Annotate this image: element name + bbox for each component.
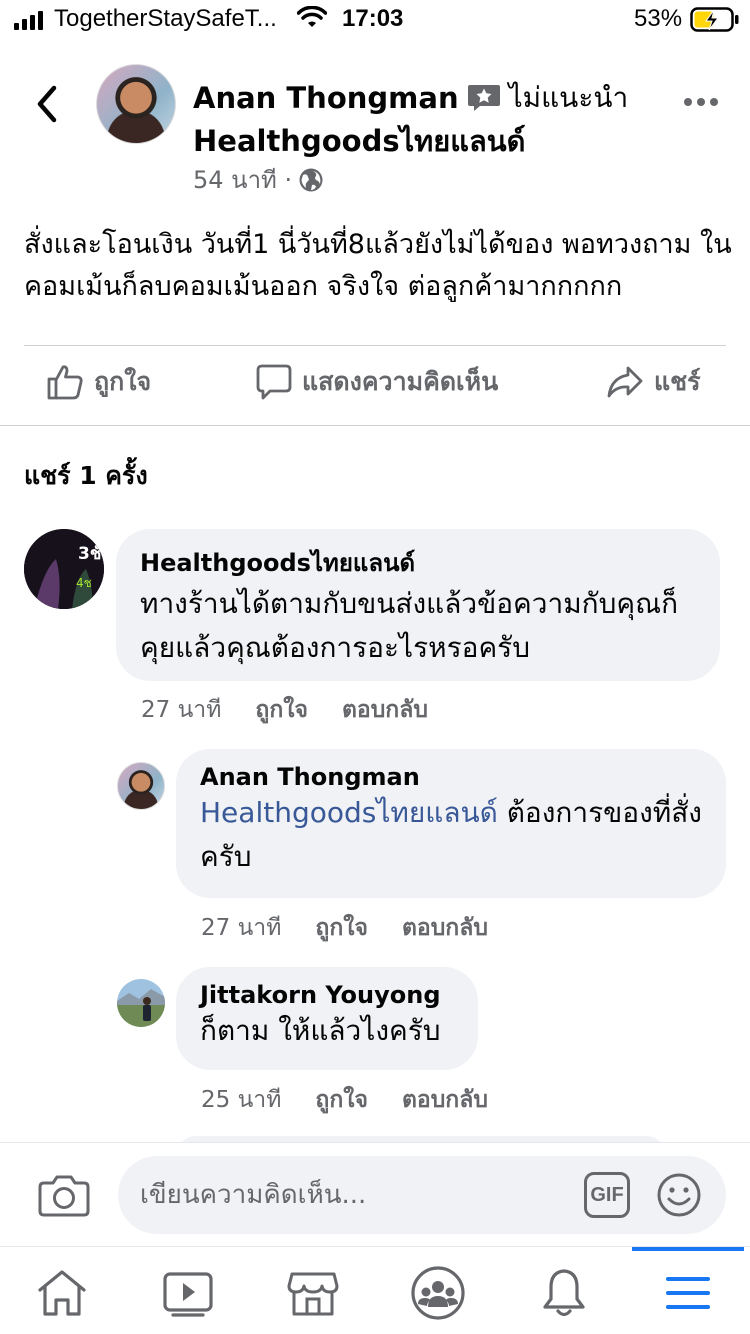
divider	[0, 425, 750, 426]
back-chevron-icon	[37, 85, 57, 123]
tab-notifications[interactable]	[534, 1265, 594, 1321]
tab-marketplace[interactable]	[283, 1265, 343, 1321]
reply-avatar[interactable]	[117, 979, 165, 1027]
globe-icon	[299, 168, 323, 191]
comment-bubble-icon	[256, 364, 292, 400]
tab-groups[interactable]	[408, 1265, 468, 1321]
comment-meta: 27 นาที ถูกใจ ตอบกลับ	[141, 692, 428, 728]
page-name[interactable]: Healthgoodsไทยแลนด์	[193, 118, 525, 164]
divider	[24, 345, 726, 346]
author-line: Anan Thongman ไม่แนะนำ	[193, 76, 628, 120]
comment-like-button[interactable]: ถูกใจ	[255, 692, 308, 728]
status-bar: TogetherStaySafeT... 17:03 53%	[0, 0, 750, 44]
share-arrow-icon	[607, 366, 643, 398]
more-options-button[interactable]	[684, 98, 718, 106]
comment-author[interactable]: Healthgoodsไทยแลนด์	[140, 543, 696, 582]
post-time[interactable]: 54 นาที ·	[193, 160, 292, 199]
carrier-name: TogetherStaySafeT...	[54, 5, 277, 32]
reply-bubble[interactable]: Anan Thongman Healthgoodsไทยแลนด์ ต้องกา…	[176, 749, 726, 898]
comment-text: ทางร้านได้ตามกับขนส่งแล้วข้อความกับคุณก็…	[140, 587, 679, 664]
comment-time: 27 นาที	[141, 697, 222, 723]
wifi-icon	[296, 5, 328, 34]
back-button[interactable]	[30, 84, 64, 128]
comment-composer: GIF	[0, 1142, 750, 1246]
watch-icon	[163, 1272, 213, 1317]
shares-count[interactable]: แชร์ 1 ครั้ง	[24, 456, 148, 496]
reply-text-block: Healthgoodsไทยแลนด์ ต้องการของที่สั่งครั…	[200, 791, 702, 879]
gif-button[interactable]: GIF	[584, 1172, 630, 1218]
star-badge-icon	[467, 83, 501, 113]
smiley-icon	[657, 1173, 701, 1217]
home-icon	[38, 1270, 86, 1316]
clock: 17:03	[342, 5, 404, 32]
avatar-logo-text-2: 4ช	[76, 576, 92, 590]
reply-author[interactable]: Jittakorn Youyong	[200, 981, 454, 1009]
reply-reply-button[interactable]: ตอบกลับ	[402, 910, 488, 946]
commenter-avatar[interactable]: 3ชั้น 4ช	[24, 529, 104, 609]
avatar-logo-text: 3ชั้น	[78, 540, 104, 564]
battery-percent: 53%	[634, 5, 683, 32]
post-actions: ถูกใจ แสดงความคิดเห็น แชร์	[0, 362, 750, 412]
post-text: สั่งและโอนเงิน วันที่1 นี่วันที่8แล้วยัง…	[24, 229, 732, 302]
reply-like-button[interactable]: ถูกใจ	[315, 1082, 368, 1118]
marketplace-icon	[287, 1272, 339, 1316]
author-avatar[interactable]	[96, 64, 176, 144]
reply-like-button[interactable]: ถูกใจ	[315, 910, 368, 946]
reply-bubble[interactable]: Jittakorn Youyong ก็ตาม ให้แล้วไงครับ	[176, 967, 478, 1070]
bottom-tab-bar	[0, 1246, 750, 1334]
reply-time: 27 นาที	[201, 915, 282, 941]
comment-button[interactable]: แสดงความคิดเห็น	[256, 362, 498, 402]
post-meta: 54 นาที ·	[193, 160, 324, 199]
reply-meta: 25 นาที ถูกใจ ตอบกลับ	[201, 1082, 488, 1118]
recommendation-label: ไม่แนะนำ	[508, 81, 629, 114]
battery-icon	[690, 6, 740, 38]
tab-watch[interactable]	[158, 1265, 218, 1321]
notifications-icon	[543, 1269, 585, 1317]
groups-icon	[411, 1266, 465, 1320]
tab-menu[interactable]	[658, 1265, 718, 1321]
author-name[interactable]: Anan Thongman	[193, 81, 459, 115]
menu-icon	[666, 1277, 710, 1309]
comment-bubble[interactable]: Healthgoodsไทยแลนด์ ทางร้านได้ตามกับขนส่…	[116, 529, 720, 681]
comment-reply-button[interactable]: ตอบกลับ	[342, 692, 428, 728]
reply-reply-button[interactable]: ตอบกลับ	[402, 1082, 488, 1118]
signal-icon	[14, 10, 43, 30]
camera-icon	[38, 1175, 90, 1217]
reply-meta: 27 นาที ถูกใจ ตอบกลับ	[201, 910, 488, 946]
emoji-button[interactable]	[656, 1172, 702, 1222]
reply-author[interactable]: Anan Thongman	[200, 763, 702, 791]
tab-home[interactable]	[32, 1265, 92, 1321]
share-label: แชร์	[654, 367, 701, 396]
mention-link[interactable]: Healthgoodsไทยแลนด์	[200, 796, 498, 829]
reply-text: ก็ตาม ให้แล้วไงครับ	[200, 1014, 441, 1047]
comment-input[interactable]	[138, 1166, 568, 1224]
camera-button[interactable]	[38, 1173, 90, 1223]
reply-time: 25 นาที	[201, 1087, 282, 1113]
share-button[interactable]: แชร์	[606, 362, 701, 402]
like-button[interactable]: ถูกใจ	[46, 362, 151, 402]
active-tab-indicator	[632, 1247, 744, 1251]
comment-input-container: GIF	[118, 1156, 726, 1234]
more-dots-icon	[684, 98, 692, 106]
reply-avatar[interactable]	[117, 762, 165, 810]
thumbs-up-icon	[47, 365, 83, 400]
comment-label: แสดงความคิดเห็น	[302, 367, 499, 396]
like-label: ถูกใจ	[94, 367, 152, 396]
